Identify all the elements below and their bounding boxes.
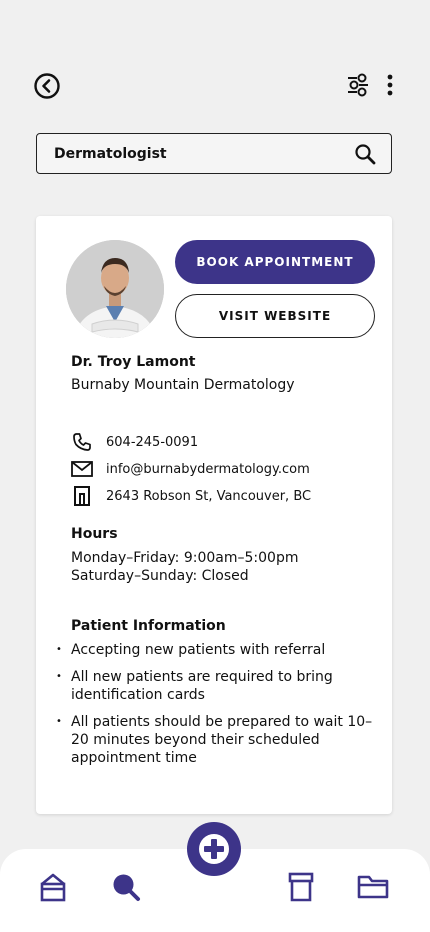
home-icon [40, 873, 66, 902]
contact-phone-row[interactable]: 604-245-0091 [71, 432, 198, 452]
back-button[interactable] [33, 72, 61, 100]
nav-home-button[interactable] [38, 871, 68, 903]
archive-icon [288, 872, 314, 902]
add-button[interactable] [187, 822, 241, 876]
hours-heading: Hours [71, 526, 118, 542]
more-options-button[interactable] [380, 72, 400, 98]
clinic-name: Burnaby Mountain Dermatology [71, 377, 295, 393]
search-input[interactable]: Dermatologist [54, 146, 353, 162]
kebab-menu-icon [387, 74, 393, 96]
search-icon [113, 874, 140, 901]
back-circle-icon [34, 73, 60, 99]
patient-info-list: Accepting new patients with referral All… [56, 641, 376, 776]
doctor-avatar [66, 240, 164, 338]
doctor-card: BOOK APPOINTMENT VISIT WEBSITE Dr. Troy … [36, 216, 392, 814]
folder-icon [357, 875, 389, 899]
contact-email-row[interactable]: info@burnabydermatology.com [71, 459, 310, 479]
hours-weekend: Saturday–Sunday: Closed [71, 568, 249, 584]
filter-button[interactable] [346, 72, 370, 98]
doctor-photo [66, 240, 164, 338]
list-item: All new patients are required to bring i… [56, 668, 376, 704]
plus-icon [199, 834, 229, 864]
phone-icon [71, 432, 93, 452]
doctor-name: Dr. Troy Lamont [71, 354, 196, 370]
book-appointment-button[interactable]: BOOK APPOINTMENT [175, 240, 375, 284]
building-icon [71, 486, 93, 506]
filter-sliders-icon [348, 73, 368, 97]
list-item: Accepting new patients with referral [56, 641, 376, 659]
nav-search-button[interactable] [110, 871, 142, 903]
nav-folder-button[interactable] [356, 871, 390, 903]
contact-address-row[interactable]: 2643 Robson St, Vancouver, BC [71, 486, 311, 506]
nav-archive-button[interactable] [286, 871, 316, 903]
search-bar[interactable]: Dermatologist [36, 133, 392, 174]
street-address[interactable]: 2643 Robson St, Vancouver, BC [106, 489, 311, 504]
list-item: All patients should be prepared to wait … [56, 713, 376, 767]
patient-info-heading: Patient Information [71, 618, 226, 634]
mail-icon [71, 459, 93, 479]
search-icon[interactable] [353, 142, 377, 166]
visit-website-button[interactable]: VISIT WEBSITE [175, 294, 375, 338]
email-address[interactable]: info@burnabydermatology.com [106, 462, 310, 477]
phone-number[interactable]: 604-245-0091 [106, 435, 198, 450]
hours-weekdays: Monday–Friday: 9:00am–5:00pm [71, 550, 299, 566]
